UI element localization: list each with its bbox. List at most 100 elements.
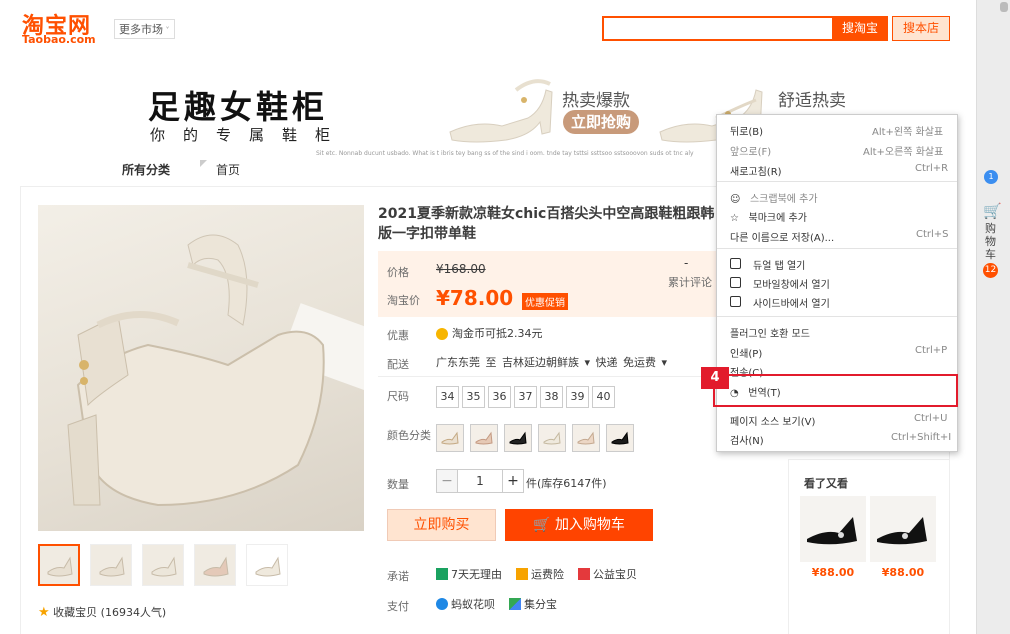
menu-item-dual-tab[interactable]: 듀얼 탭 열기 [753, 257, 805, 272]
promise-freight[interactable]: 运费险 [516, 566, 564, 582]
sidebar-cart-label[interactable]: 购物车 [985, 222, 996, 261]
size-option[interactable]: 36 [488, 386, 511, 408]
menu-item-plugin[interactable]: 플러그인 호환 모드 [730, 325, 810, 340]
size-option[interactable]: 38 [540, 386, 563, 408]
quantity-stepper: − 1 + [436, 469, 524, 493]
scrapbook-icon: ☺ [730, 194, 741, 205]
pay-jifenbao[interactable]: 集分宝 [509, 596, 557, 612]
banner-comfort-label: 舒适热卖 [778, 91, 846, 111]
menu-item-print[interactable]: 인쇄(P) [730, 345, 762, 360]
scrollbar[interactable] [1000, 2, 1008, 12]
recommend-item-1[interactable]: ¥88.00 [800, 496, 866, 579]
corner-triangle-icon [200, 160, 207, 167]
thumbnail-1[interactable] [38, 544, 80, 586]
size-option[interactable]: 34 [436, 386, 459, 408]
color-option-1[interactable] [436, 424, 464, 452]
menu-back-label: 뒤로(B) [730, 127, 764, 138]
thumbnail-3[interactable] [142, 544, 184, 586]
dual-tab-icon [730, 258, 741, 269]
more-market-dropdown[interactable]: 更多市场 ˅ [114, 19, 175, 39]
promise-7days[interactable]: 7天无理由 [436, 566, 502, 582]
seven-days-icon [436, 568, 448, 580]
product-main-image[interactable] [38, 205, 364, 531]
shipping-label: 配送 [387, 358, 409, 371]
cart-icon[interactable]: 🛒 [983, 202, 1002, 220]
favorite-label: 收藏宝贝 (16934人气) [53, 606, 167, 619]
size-option[interactable]: 37 [514, 386, 537, 408]
banner-shoe-image[interactable] [446, 70, 556, 154]
grab-now-button[interactable]: 立即抢购 [563, 110, 639, 134]
add-to-cart-label: 加入购物车 [554, 517, 625, 533]
menu-separator [717, 316, 957, 317]
menu-item-refresh[interactable]: 새로고침(R) [730, 163, 782, 178]
pay-huabei[interactable]: 蚂蚁花呗 [436, 596, 495, 612]
add-to-cart-button[interactable]: 🛒 加入购物车 [505, 509, 653, 541]
star-icon: ★ [38, 605, 50, 620]
color-option-6[interactable] [606, 424, 634, 452]
promise-freight-label: 运费险 [531, 568, 564, 581]
pay-jifenbao-label: 集分宝 [524, 598, 557, 611]
buy-now-button[interactable]: 立即购买 [387, 509, 496, 541]
menu-item-view-source[interactable]: 페이지 소스 보기(V) [730, 413, 815, 428]
thumbnail-2[interactable] [90, 544, 132, 586]
thumbnail-5[interactable] [246, 544, 288, 586]
promise-charity[interactable]: 公益宝贝 [578, 566, 637, 582]
nav-all-categories[interactable]: 所有分类 [122, 161, 170, 178]
quantity-plus-button[interactable]: + [502, 469, 524, 493]
mobile-window-icon [730, 277, 741, 288]
search-taobao-button[interactable]: 搜淘宝 [832, 16, 888, 41]
sidebar-notification-badge[interactable]: 1 [984, 170, 998, 184]
shoe-thumb-icon [151, 556, 177, 577]
review-label[interactable]: 累计评论 [668, 274, 712, 290]
promise-charity-label: 公益宝贝 [593, 568, 637, 581]
huabei-icon [436, 598, 448, 610]
price-label: 价格 [387, 266, 409, 279]
menu-item-save-as[interactable]: 다른 이름으로 저장(A)... [730, 229, 834, 244]
product-title: 2021夏季新款凉鞋女chic百搭尖头中空高跟鞋粗跟韩版一字扣带单鞋 [378, 206, 715, 242]
color-option-2[interactable] [470, 424, 498, 452]
promise-label: 承诺 [387, 570, 409, 583]
promise-7days-label: 7天无理由 [451, 568, 502, 581]
size-option[interactable]: 40 [592, 386, 615, 408]
search-shop-button[interactable]: 搜本店 [892, 16, 950, 41]
star-icon: ☆ [730, 213, 739, 224]
menu-item-scrapbook[interactable]: ☺ 스크랩북에 추가 [730, 190, 818, 205]
shoe-thumb-icon [99, 556, 125, 577]
recommend-price: ¥88.00 [811, 566, 855, 579]
size-option[interactable]: 35 [462, 386, 485, 408]
recommend-price: ¥88.00 [881, 566, 925, 579]
size-option[interactable]: 39 [566, 386, 589, 408]
shoe-swatch-icon [577, 431, 595, 445]
thumbnail-4[interactable] [194, 544, 236, 586]
quantity-input[interactable]: 1 [458, 469, 502, 493]
promo-tag[interactable]: 优惠促销 [522, 293, 568, 310]
quantity-minus-button[interactable]: − [436, 469, 458, 493]
menu-item-mobile[interactable]: 모바일창에서 열기 [753, 276, 830, 291]
promise-list: 7天无理由 运费险 公益宝贝 [436, 566, 637, 582]
menu-print-shortcut: Ctrl+P [915, 345, 948, 356]
pay-huabei-label: 蚂蚁花呗 [451, 598, 495, 611]
menu-item-bookmark[interactable]: ☆ 북마크에 추가 [730, 209, 807, 224]
color-option-5[interactable] [572, 424, 600, 452]
shoe-thumb-icon [255, 556, 281, 577]
payment-label: 支付 [387, 600, 409, 613]
menu-item-forward[interactable]: 앞으로(F) [730, 143, 771, 158]
color-option-4[interactable] [538, 424, 566, 452]
recommend-item-2[interactable]: ¥88.00 [870, 496, 936, 579]
taobao-logo-en[interactable]: Taobao.com [22, 33, 96, 46]
shipping-info[interactable]: 广东东莞 至 吉林延边朝鲜族 ▾ 快递 免运费 ▾ [436, 354, 667, 370]
nav-home[interactable]: 首页 [216, 161, 240, 178]
cart-icon: 🛒 [533, 517, 555, 533]
color-option-3[interactable] [504, 424, 532, 452]
menu-separator [717, 181, 957, 182]
search-input[interactable] [602, 16, 832, 41]
favorite-product[interactable]: ★ 收藏宝贝 (16934人气) [38, 604, 166, 620]
menu-item-sidebar[interactable]: 사이드바에서 열기 [753, 295, 830, 310]
color-options [436, 424, 634, 452]
recommend-image [870, 496, 936, 562]
menu-item-inspect[interactable]: 검사(N) [730, 432, 764, 447]
coin-text: 淘金币可抵2.34元 [452, 327, 543, 340]
current-price: ¥78.00 [436, 286, 514, 310]
shoe-image [807, 517, 857, 545]
menu-item-back[interactable]: 뒤로(B) [730, 123, 763, 138]
